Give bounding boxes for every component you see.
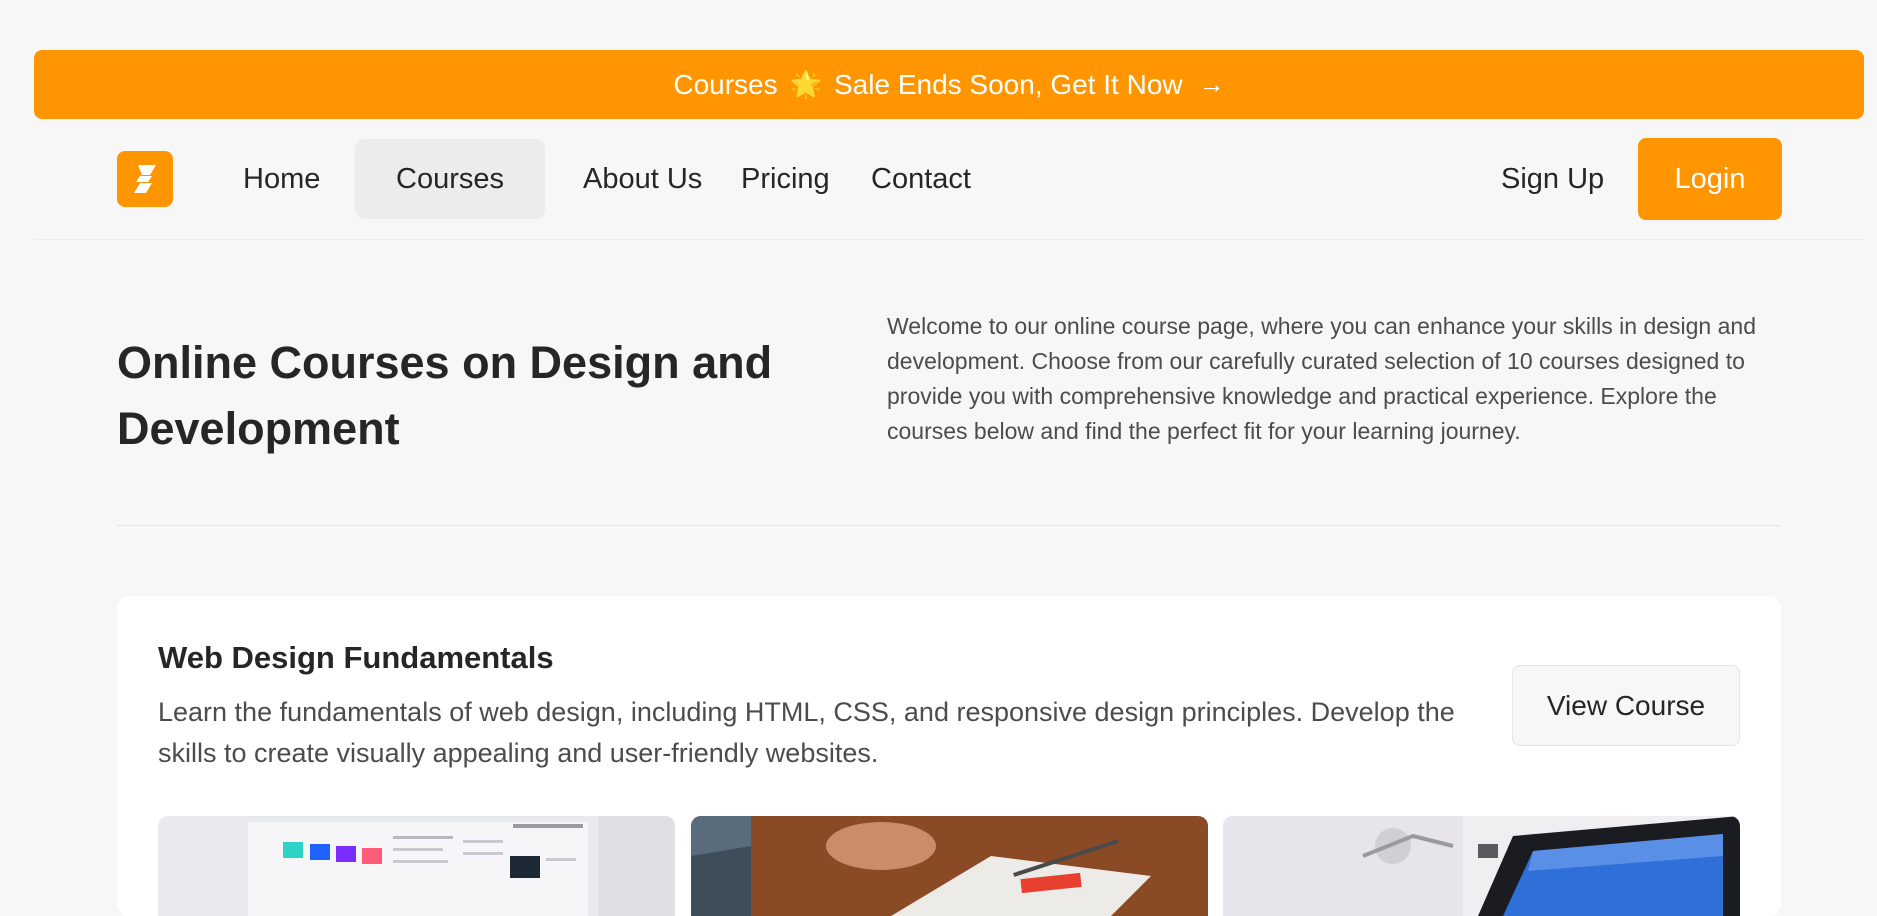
desk-photo-illustration <box>691 816 1208 916</box>
banner-text-courses: Courses <box>673 68 778 100</box>
page-description: Welcome to our online course page, where… <box>887 313 1756 444</box>
course-image-workspace <box>1223 816 1740 916</box>
logo-mark-icon <box>134 165 156 193</box>
course-card: Web Design Fundamentals Learn the fundam… <box>117 596 1781 916</box>
sun-emoji-icon: 🌟 <box>789 69 822 99</box>
arrow-right-icon: → <box>1198 69 1225 99</box>
promo-banner[interactable]: Courses 🌟 Sale Ends Soon, Get It Now → <box>34 50 1864 119</box>
login-button[interactable]: Login <box>1638 138 1782 220</box>
course-title: Web Design Fundamentals <box>158 640 554 675</box>
nav-link-contact[interactable]: Contact <box>871 139 971 219</box>
section-divider <box>117 525 1781 526</box>
nav-link-home[interactable]: Home <box>243 139 320 219</box>
nav-link-pricing[interactable]: Pricing <box>741 139 830 219</box>
workspace-photo-illustration <box>1223 816 1740 916</box>
ui-mockup-illustration <box>158 816 675 916</box>
signup-link[interactable]: Sign Up <box>1501 139 1604 219</box>
course-image-ui-mockup <box>158 816 675 916</box>
view-course-button[interactable]: View Course <box>1512 665 1740 746</box>
nav-link-about-us[interactable]: About Us <box>583 139 702 219</box>
top-navigation: Home Courses About Us Pricing Contact Si… <box>34 119 1864 240</box>
skillbridge-logo-icon[interactable] <box>117 151 173 207</box>
page-title: Online Courses on Design and Development <box>117 337 773 454</box>
nav-link-courses[interactable]: Courses <box>355 139 545 219</box>
course-description: Learn the fundamentals of web design, in… <box>158 697 1455 768</box>
banner-text-sale: Sale Ends Soon, Get It Now <box>834 68 1183 100</box>
course-image-desk <box>691 816 1208 916</box>
